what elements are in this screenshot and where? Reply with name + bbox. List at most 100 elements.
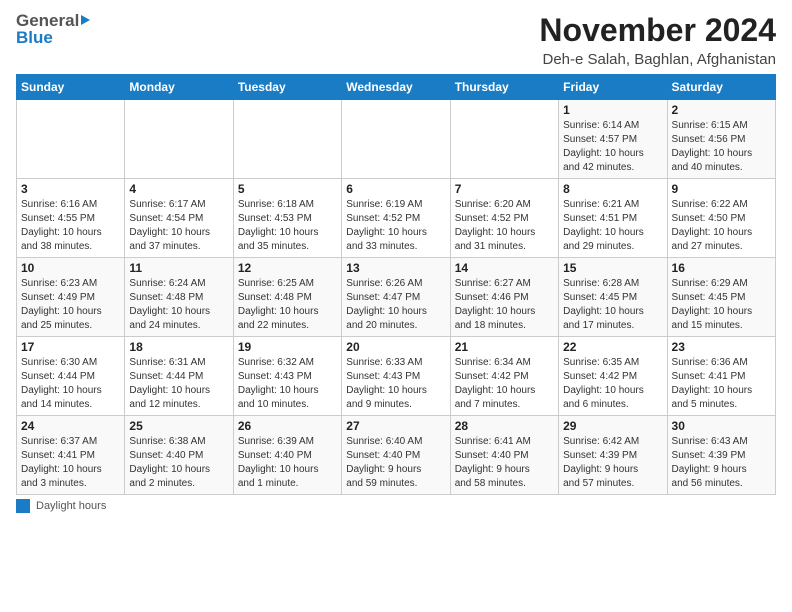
page: General Blue November 2024 Deh-e Salah, …	[0, 0, 792, 612]
day-info: Sunrise: 6:24 AM Sunset: 4:48 PM Dayligh…	[129, 277, 228, 333]
calendar-cell: 14Sunrise: 6:27 AM Sunset: 4:46 PM Dayli…	[450, 258, 558, 337]
day-number: 22	[563, 340, 662, 354]
day-number: 26	[238, 419, 337, 433]
day-info: Sunrise: 6:30 AM Sunset: 4:44 PM Dayligh…	[21, 356, 120, 412]
calendar-table: SundayMondayTuesdayWednesdayThursdayFrid…	[16, 74, 776, 495]
day-info: Sunrise: 6:40 AM Sunset: 4:40 PM Dayligh…	[346, 435, 445, 491]
day-info: Sunrise: 6:17 AM Sunset: 4:54 PM Dayligh…	[129, 198, 228, 254]
header: General Blue November 2024 Deh-e Salah, …	[16, 12, 776, 68]
day-info: Sunrise: 6:35 AM Sunset: 4:42 PM Dayligh…	[563, 356, 662, 412]
calendar-header-friday: Friday	[559, 75, 667, 100]
calendar-cell: 15 Sunrise: 6:28 AM Sunset: 4:45 PM Dayli…	[559, 258, 667, 337]
day-info: Sunrise: 6:23 AM Sunset: 4:49 PM Dayligh…	[21, 277, 120, 333]
calendar-cell: 29 Sunrise: 6:42 AM Sunset: 4:39 PM Dayli…	[559, 416, 667, 495]
day-info: Sunrise: 6:25 AM Sunset: 4:48 PM Dayligh…	[238, 277, 337, 333]
calendar-cell	[233, 100, 341, 179]
day-number: 20	[346, 340, 445, 354]
day-number: 8	[563, 182, 662, 196]
day-number: 4	[129, 182, 228, 196]
logo: General Blue	[16, 12, 90, 46]
calendar-cell	[17, 100, 125, 179]
daylight-color-box	[16, 499, 30, 513]
calendar-header-monday: Monday	[125, 75, 233, 100]
title-section: November 2024 Deh-e Salah, Baghlan, Afgh…	[539, 12, 776, 68]
day-number: 15	[563, 261, 662, 275]
day-info: Sunrise: 6:28 AM Sunset: 4:45 PM Dayligh…	[563, 277, 662, 333]
day-info: Sunrise: 6:41 AM Sunset: 4:40 PM Dayligh…	[455, 435, 554, 491]
calendar-cell: 6 Sunrise: 6:19 AM Sunset: 4:52 PM Daylig…	[342, 179, 450, 258]
calendar-cell: 23 Sunrise: 6:36 AM Sunset: 4:41 PM Dayli…	[667, 337, 775, 416]
calendar-week-row: 3Sunrise: 6:16 AM Sunset: 4:55 PM Daylig…	[17, 179, 776, 258]
day-info: Sunrise: 6:31 AM Sunset: 4:44 PM Dayligh…	[129, 356, 228, 412]
day-info: Sunrise: 6:22 AM Sunset: 4:50 PM Dayligh…	[672, 198, 771, 254]
subtitle: Deh-e Salah, Baghlan, Afghanistan	[539, 51, 776, 68]
calendar-cell: 11Sunrise: 6:24 AM Sunset: 4:48 PM Dayli…	[125, 258, 233, 337]
calendar-cell: 21Sunrise: 6:34 AM Sunset: 4:42 PM Dayli…	[450, 337, 558, 416]
calendar-cell: 12 Sunrise: 6:25 AM Sunset: 4:48 PM Dayli…	[233, 258, 341, 337]
day-number: 17	[21, 340, 120, 354]
calendar-header-wednesday: Wednesday	[342, 75, 450, 100]
day-number: 2	[672, 103, 771, 117]
day-number: 13	[346, 261, 445, 275]
day-number: 30	[672, 419, 771, 433]
calendar-cell: 28 Sunrise: 6:41 AM Sunset: 4:40 PM Dayli…	[450, 416, 558, 495]
day-number: 24	[21, 419, 120, 433]
day-number: 5	[238, 182, 337, 196]
day-number: 18	[129, 340, 228, 354]
day-info: Sunrise: 6:27 AM Sunset: 4:46 PM Dayligh…	[455, 277, 554, 333]
calendar-week-row: 24Sunrise: 6:37 AM Sunset: 4:41 PM Dayli…	[17, 416, 776, 495]
day-number: 12	[238, 261, 337, 275]
day-number: 1	[563, 103, 662, 117]
day-info: Sunrise: 6:43 AM Sunset: 4:39 PM Dayligh…	[672, 435, 771, 491]
calendar-header-thursday: Thursday	[450, 75, 558, 100]
calendar-cell: 10Sunrise: 6:23 AM Sunset: 4:49 PM Dayli…	[17, 258, 125, 337]
calendar-week-row: 17 Sunrise: 6:30 AM Sunset: 4:44 PM Dayli…	[17, 337, 776, 416]
day-info: Sunrise: 6:36 AM Sunset: 4:41 PM Dayligh…	[672, 356, 771, 412]
calendar-cell: 18 Sunrise: 6:31 AM Sunset: 4:44 PM Dayli…	[125, 337, 233, 416]
day-info: Sunrise: 6:21 AM Sunset: 4:51 PM Dayligh…	[563, 198, 662, 254]
logo-blue-text: Blue	[16, 29, 90, 46]
calendar-header-saturday: Saturday	[667, 75, 775, 100]
daylight-label: Daylight hours	[36, 500, 106, 512]
day-info: Sunrise: 6:18 AM Sunset: 4:53 PM Dayligh…	[238, 198, 337, 254]
day-number: 29	[563, 419, 662, 433]
day-info: Sunrise: 6:15 AM Sunset: 4:56 PM Dayligh…	[672, 119, 771, 175]
calendar-week-row: 1 Sunrise: 6:14 AM Sunset: 4:57 PM Daylig…	[17, 100, 776, 179]
calendar-cell: 25Sunrise: 6:38 AM Sunset: 4:40 PM Dayli…	[125, 416, 233, 495]
calendar-cell: 24Sunrise: 6:37 AM Sunset: 4:41 PM Dayli…	[17, 416, 125, 495]
calendar-header-tuesday: Tuesday	[233, 75, 341, 100]
day-info: Sunrise: 6:42 AM Sunset: 4:39 PM Dayligh…	[563, 435, 662, 491]
calendar-cell: 17 Sunrise: 6:30 AM Sunset: 4:44 PM Dayli…	[17, 337, 125, 416]
day-info: Sunrise: 6:26 AM Sunset: 4:47 PM Dayligh…	[346, 277, 445, 333]
calendar-cell: 22 Sunrise: 6:35 AM Sunset: 4:42 PM Dayli…	[559, 337, 667, 416]
day-number: 9	[672, 182, 771, 196]
day-info: Sunrise: 6:29 AM Sunset: 4:45 PM Dayligh…	[672, 277, 771, 333]
day-info: Sunrise: 6:34 AM Sunset: 4:42 PM Dayligh…	[455, 356, 554, 412]
logo-name-row: General	[16, 12, 90, 29]
logo-arrow-icon	[81, 15, 90, 25]
day-number: 23	[672, 340, 771, 354]
day-info: Sunrise: 6:39 AM Sunset: 4:40 PM Dayligh…	[238, 435, 337, 491]
calendar-cell: 7 Sunrise: 6:20 AM Sunset: 4:52 PM Daylig…	[450, 179, 558, 258]
calendar-cell: 4 Sunrise: 6:17 AM Sunset: 4:54 PM Daylig…	[125, 179, 233, 258]
calendar-cell	[125, 100, 233, 179]
calendar-week-row: 10Sunrise: 6:23 AM Sunset: 4:49 PM Dayli…	[17, 258, 776, 337]
calendar-cell	[450, 100, 558, 179]
day-info: Sunrise: 6:20 AM Sunset: 4:52 PM Dayligh…	[455, 198, 554, 254]
day-number: 7	[455, 182, 554, 196]
day-number: 6	[346, 182, 445, 196]
day-number: 3	[21, 182, 120, 196]
calendar-cell: 13 Sunrise: 6:26 AM Sunset: 4:47 PM Dayli…	[342, 258, 450, 337]
day-number: 16	[672, 261, 771, 275]
calendar-header-row: SundayMondayTuesdayWednesdayThursdayFrid…	[17, 75, 776, 100]
day-info: Sunrise: 6:32 AM Sunset: 4:43 PM Dayligh…	[238, 356, 337, 412]
calendar-cell: 3Sunrise: 6:16 AM Sunset: 4:55 PM Daylig…	[17, 179, 125, 258]
footer: Daylight hours	[16, 499, 776, 513]
calendar-cell: 20Sunrise: 6:33 AM Sunset: 4:43 PM Dayli…	[342, 337, 450, 416]
day-number: 27	[346, 419, 445, 433]
day-number: 25	[129, 419, 228, 433]
day-number: 28	[455, 419, 554, 433]
day-info: Sunrise: 6:19 AM Sunset: 4:52 PM Dayligh…	[346, 198, 445, 254]
calendar-cell: 2 Sunrise: 6:15 AM Sunset: 4:56 PM Daylig…	[667, 100, 775, 179]
day-info: Sunrise: 6:14 AM Sunset: 4:57 PM Dayligh…	[563, 119, 662, 175]
